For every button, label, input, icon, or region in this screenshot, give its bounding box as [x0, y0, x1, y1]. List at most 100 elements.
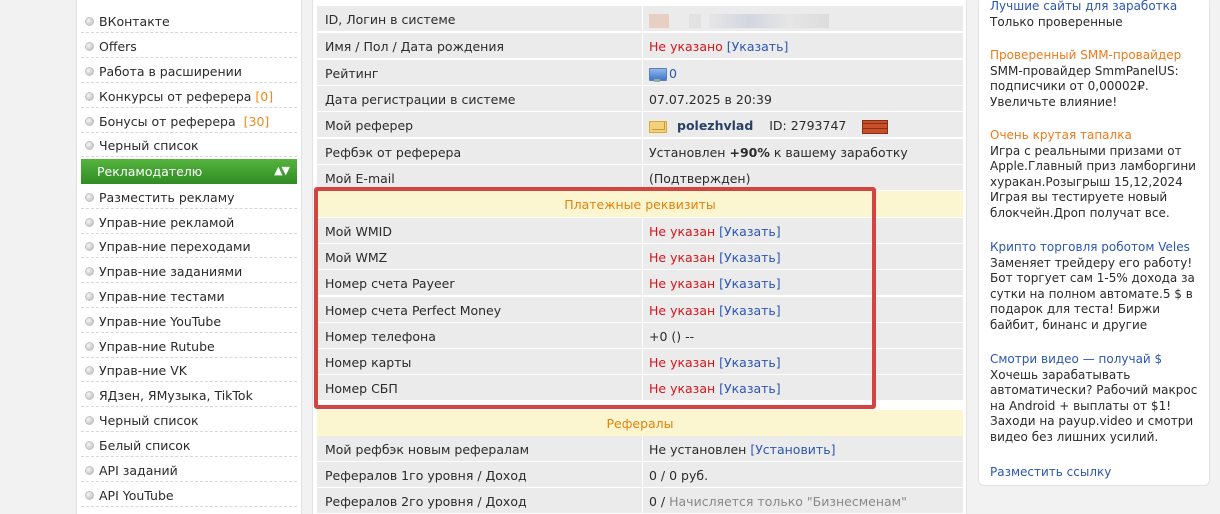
ad-text: Только проверенные	[990, 14, 1123, 29]
ad-block[interactable]: Очень крутая тапалка Игра с реальными пр…	[990, 128, 1204, 221]
place-link-button[interactable]: Разместить ссылку	[990, 465, 1111, 479]
ad-block[interactable]: Проверенный SMM-провайдер SMM-провайдер …	[990, 48, 1204, 110]
bullet-icon	[85, 117, 94, 126]
row-label: ID, Логин в системе	[325, 12, 456, 27]
count-badge: [30]	[243, 114, 270, 129]
divider	[642, 488, 643, 514]
sidebar-item-label: Управ-ние Rutube	[99, 339, 215, 354]
sidebar-item-manage-rutube[interactable]: Управ-ние Rutube	[81, 334, 297, 358]
bullet-icon	[85, 317, 94, 326]
section-title: Рефералы	[606, 416, 674, 431]
profile-row-id: ID, Логин в системе	[317, 6, 963, 32]
bullet-icon	[85, 292, 94, 301]
rating-value[interactable]: 0	[669, 66, 677, 81]
ads-sidebar: Лучшие сайты для заработка Только провер…	[978, 0, 1210, 486]
section-header-referrals: Рефералы	[317, 410, 963, 436]
row-label: Рефералов 2го уровня / Доход	[325, 494, 527, 509]
row-label: Рейтинг	[325, 66, 379, 81]
sidebar-item-extension-work[interactable]: Работа в расширении	[81, 59, 297, 83]
sidebar-item-referer-contests[interactable]: Конкурсы от реферера [0]	[81, 84, 297, 108]
row-label: Рефералов 1го уровня / Доход	[325, 468, 527, 483]
left-sidebar: ВКонтакте Offers Работа в расширении Кон…	[76, 0, 302, 514]
ad-title[interactable]: Проверенный SMM-провайдер	[990, 48, 1204, 64]
sidebar-item-referer-bonuses[interactable]: Бонусы от реферера [30]	[81, 109, 297, 133]
sidebar-item-manage-tests[interactable]: Управ-ние тестами	[81, 284, 297, 308]
expand-arrows-icon: ▲▼	[274, 164, 290, 177]
ad-title[interactable]: Смотри видео — получай $	[990, 352, 1204, 368]
sidebar-item-label: Управ-ние рекламой	[99, 215, 235, 230]
sidebar-item-label: API заданий	[99, 463, 178, 478]
sidebar-item-label: Белый список	[99, 438, 191, 453]
set-link[interactable]: [Установить]	[750, 442, 835, 457]
sidebar-item-label: Управ-ние YouTube	[99, 314, 222, 329]
sidebar-item-manage-youtube[interactable]: Управ-ние YouTube	[81, 309, 297, 333]
bullet-icon	[85, 466, 94, 475]
specify-link[interactable]: [Указать]	[727, 39, 789, 54]
row-label: Мой E-mail	[325, 171, 395, 186]
sidebar-item-manage-visits[interactable]: Управ-ние переходами	[81, 234, 297, 258]
sidebar-item-api-tasks[interactable]: API заданий	[81, 458, 297, 482]
bullet-icon	[85, 218, 94, 227]
divider	[642, 86, 643, 112]
sidebar-item-label: Управ-ние тестами	[99, 289, 225, 304]
row-label: Имя / Пол / Дата рождения	[325, 39, 504, 54]
sidebar-item-label: Конкурсы от реферера [0]	[99, 89, 274, 104]
row-value: Не указано	[649, 39, 723, 54]
ad-text: Хочешь зарабатывать автоматически? Рабоч…	[990, 367, 1198, 444]
row-value: 0 /	[649, 494, 666, 509]
profile-row-rating: Рейтинг 0	[317, 60, 963, 86]
refback-status: Установлен	[649, 145, 726, 160]
row-label: Дата регистрации в системе	[325, 92, 516, 107]
referer-name[interactable]: polezhvlad	[677, 118, 753, 133]
sidebar-item-label: Черный список	[99, 138, 199, 153]
sidebar-item-blacklist[interactable]: Черный список	[81, 133, 297, 157]
blurred-login	[649, 12, 829, 28]
sidebar-item-manage-vk[interactable]: Управ-ние VK	[81, 358, 297, 382]
highlight-box	[314, 187, 876, 409]
bullet-icon	[85, 366, 94, 375]
referral-row-level2: Рефералов 2го уровня / Доход 0 / Начисля…	[317, 488, 963, 514]
sidebar-item-label: Работа в расширении	[99, 64, 242, 79]
bullet-icon	[85, 92, 94, 101]
monitor-icon	[649, 67, 667, 82]
bullet-icon	[85, 416, 94, 425]
sidebar-item-yandex-tiktok[interactable]: ЯДзен, ЯМузыка, TikTok	[81, 383, 297, 407]
divider	[642, 139, 643, 165]
sidebar-item-manage-tasks[interactable]: Управ-ние заданиями	[81, 259, 297, 283]
sidebar-section-advertiser[interactable]: Рекламодателю ▲▼	[81, 159, 297, 184]
divider	[642, 436, 643, 462]
sidebar-item-adv-blacklist[interactable]: Черный список	[81, 408, 297, 432]
ad-text: Заменяет трейдеру его работу! Бот торгуе…	[990, 255, 1195, 332]
bullet-icon	[85, 42, 94, 51]
sidebar-item-label: Управ-ние заданиями	[99, 264, 243, 279]
row-note: Начисляется только "Бизнесменам"	[669, 494, 907, 509]
envelope-icon[interactable]	[649, 120, 667, 133]
ad-title[interactable]: Крипто торговля роботом Veles	[990, 240, 1204, 256]
sidebar-item-place-ad[interactable]: Разместить рекламу	[81, 185, 297, 209]
ad-block[interactable]: Лучшие сайты для заработка Только провер…	[990, 0, 1204, 30]
referral-row-level1: Рефералов 1го уровня / Доход 0 / 0 руб.	[317, 462, 963, 488]
ad-title[interactable]: Лучшие сайты для заработка	[990, 0, 1204, 15]
bullet-icon	[85, 193, 94, 202]
count-badge: [0]	[255, 89, 274, 104]
row-label: Мой реферер	[325, 118, 414, 133]
sidebar-item-whitelist[interactable]: Белый список	[81, 433, 297, 457]
bullet-icon	[85, 242, 94, 251]
refback-percent: +90%	[729, 145, 770, 160]
sidebar-item-vkontakte[interactable]: ВКонтакте	[81, 9, 297, 33]
divider	[642, 112, 643, 138]
ad-text: Игра с реальными призами от Apple.Главны…	[990, 143, 1196, 220]
profile-row-referer: Мой реферер polezhvlad ID: 2793747	[317, 112, 963, 138]
row-value: 07.07.2025 в 20:39	[649, 92, 772, 107]
ad-block[interactable]: Крипто торговля роботом Veles Заменяет т…	[990, 240, 1204, 333]
ad-block[interactable]: Смотри видео — получай $ Хочешь зарабаты…	[990, 352, 1204, 445]
divider	[642, 33, 643, 59]
bullet-icon	[85, 491, 94, 500]
sidebar-item-manage-ads[interactable]: Управ-ние рекламой	[81, 210, 297, 234]
brick-wall-icon[interactable]	[862, 119, 889, 134]
ad-title[interactable]: Очень крутая тапалка	[990, 128, 1204, 144]
referral-row-refback: Мой рефбэк новым рефералам Не установлен…	[317, 436, 963, 462]
sidebar-item-offers[interactable]: Offers	[81, 34, 297, 58]
sidebar-item-api-youtube[interactable]: API YouTube	[81, 483, 297, 507]
sidebar-item-label: Разместить рекламу	[99, 190, 235, 205]
